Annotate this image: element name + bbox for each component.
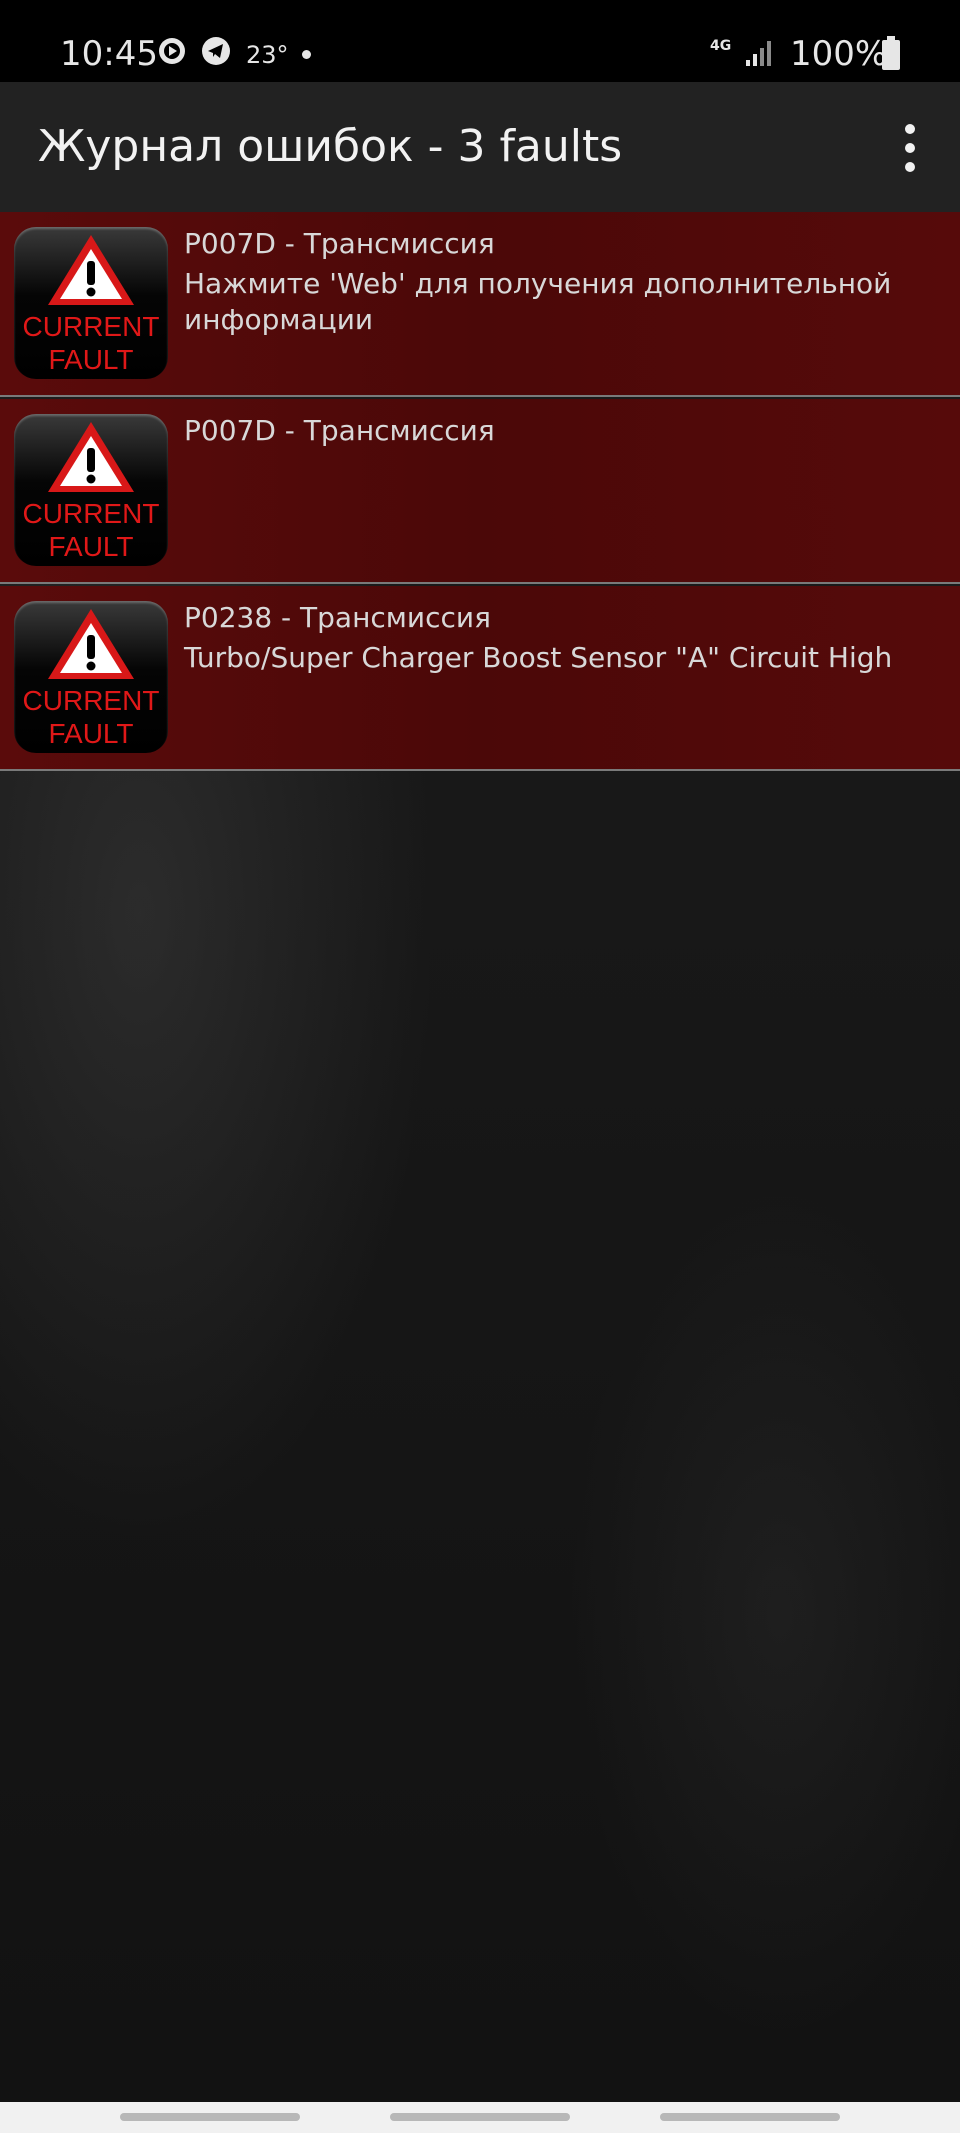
fault-description: Turbo/Super Charger Boost Sensor "A" Cir… [184,641,893,674]
badge-line1: CURRENT [22,498,160,529]
recents-button[interactable] [120,2113,300,2121]
current-fault-badge: CURRENT FAULT [14,601,168,753]
telegram-icon [202,37,230,65]
more-vert-icon [905,124,915,134]
badge-line2: FAULT [48,718,134,749]
fault-list-item[interactable]: CURRENT FAULT P007D - Трансмиссия [0,399,960,584]
current-fault-badge: CURRENT FAULT [14,414,168,566]
status-time: 10:45 [60,34,158,74]
status-temperature: 23° [246,41,289,69]
page-title: Журнал ошибок - 3 faults [38,121,623,172]
badge-line2: FAULT [48,344,134,375]
fault-list-item[interactable]: CURRENT FAULT P007D - Трансмиссия Нажмит… [0,212,960,397]
fault-list: CURRENT FAULT P007D - Трансмиссия Нажмит… [0,212,960,2102]
fault-code: P0238 - Трансмиссия [184,601,491,634]
fault-code: P007D - Трансмиссия [184,414,495,447]
battery-percent: 100% [790,34,888,74]
fault-list-item[interactable]: CURRENT FAULT P0238 - Трансмиссия Turbo/… [0,586,960,771]
more-vert-icon-dot [905,143,915,153]
current-fault-badge: CURRENT FAULT [14,227,168,379]
back-button[interactable] [660,2113,840,2121]
fault-description: Нажмите 'Web' для получения дополнительн… [184,267,892,336]
more-vert-icon-dot [905,162,915,172]
badge-line2: FAULT [48,531,134,562]
app-bar: Журнал ошибок - 3 faults [0,82,960,212]
navigation-bar [0,2102,960,2133]
signal-icon [746,41,771,66]
home-button[interactable] [390,2113,570,2121]
fault-code: P007D - Трансмиссия [184,227,495,260]
badge-line1: CURRENT [22,311,160,342]
more-options-button[interactable] [890,124,930,172]
network-type: 4G [710,38,732,54]
badge-line1: CURRENT [22,685,160,716]
play-circle-icon [159,38,185,64]
notification-dot-icon [302,50,311,59]
battery-icon [882,36,900,70]
status-bar: 10:45 23° 4G 100% [0,0,960,82]
